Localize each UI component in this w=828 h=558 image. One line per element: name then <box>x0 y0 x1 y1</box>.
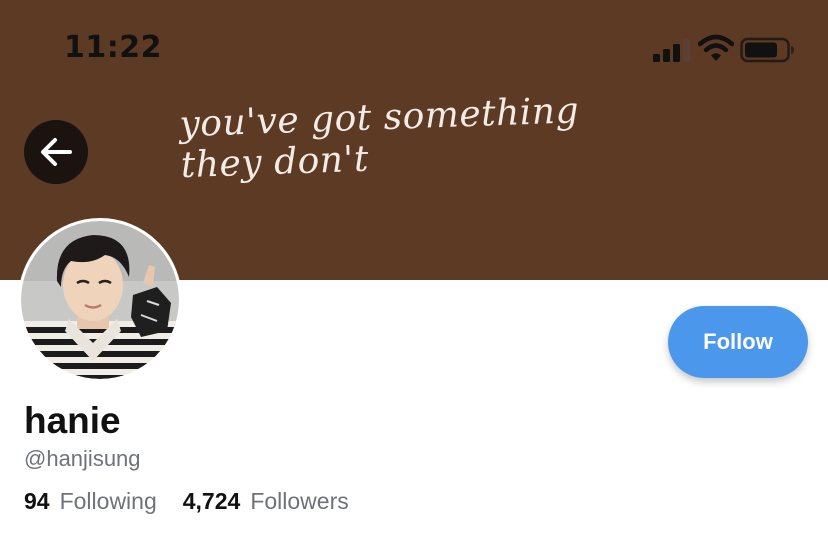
followers-link[interactable]: 4,724 Followers <box>183 488 349 515</box>
arrow-left-icon <box>41 138 72 166</box>
avatar-photo <box>21 221 179 379</box>
profile-stats: 94 Following 4,724 Followers <box>24 488 349 515</box>
battery-icon <box>740 37 794 63</box>
wifi-icon <box>698 34 734 61</box>
back-button[interactable] <box>24 120 88 184</box>
cellular-signal-icon <box>653 39 690 62</box>
following-label: Following <box>59 488 157 514</box>
profile-avatar[interactable] <box>18 218 182 382</box>
follow-button[interactable]: Follow <box>668 306 808 378</box>
user-handle: @hanjisung <box>24 446 141 471</box>
followers-count: 4,724 <box>182 488 241 514</box>
display-name: hanie <box>24 400 121 441</box>
status-time: 11:22 <box>64 30 162 65</box>
following-link[interactable]: 94 Following <box>24 488 157 515</box>
banner-tagline: you've got something they don't <box>178 90 580 187</box>
following-count: 94 <box>24 488 50 514</box>
followers-label: Followers <box>250 488 349 514</box>
